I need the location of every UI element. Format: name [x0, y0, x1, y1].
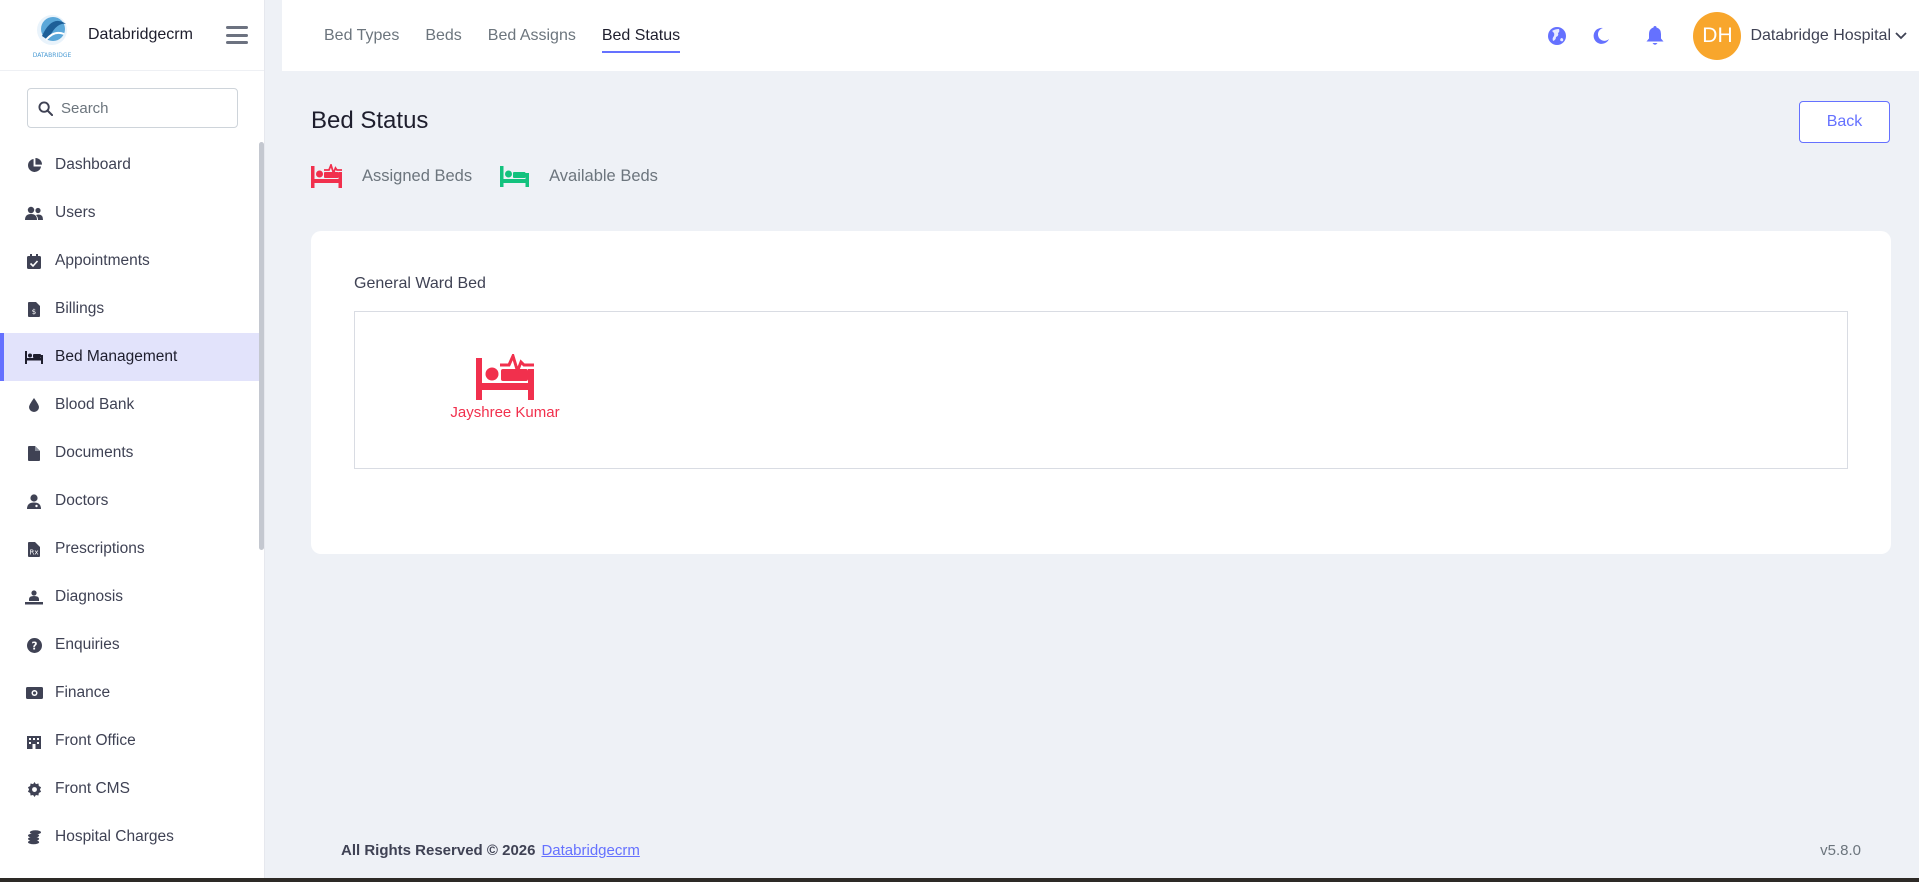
- page-title: Bed Status: [311, 107, 429, 134]
- diagnosis-icon: [25, 588, 43, 606]
- brand-name: Databridgecrm: [88, 26, 193, 43]
- available-bed-icon: [500, 165, 530, 187]
- sidebar-item-label: Doctors: [55, 492, 109, 509]
- sidebar-item-enquiries[interactable]: ? Enquiries: [0, 621, 262, 669]
- legend-available-label: Available Beds: [549, 166, 658, 185]
- brand-logo[interactable]: DATABRIDGE: [26, 9, 78, 61]
- sidebar-item-bed-management[interactable]: Bed Management: [0, 333, 262, 381]
- sidebar-item-label: Front Office: [55, 732, 136, 749]
- tab-bed-types[interactable]: Bed Types: [324, 0, 399, 71]
- sidebar-item-label: Blood Bank: [55, 396, 135, 413]
- bed-icon: [25, 348, 43, 366]
- legend-available: Available Beds: [500, 165, 658, 187]
- coins-icon: [25, 828, 43, 846]
- sidebar-item-label: Enquiries: [55, 636, 120, 653]
- legend-assigned: Assigned Beds: [311, 164, 472, 188]
- sidebar-item-label: Appointments: [55, 252, 150, 269]
- ward-title: General Ward Bed: [354, 275, 486, 292]
- sidebar-item-label: Diagnosis: [55, 588, 124, 605]
- globe-icon[interactable]: [1545, 24, 1569, 48]
- prescription-icon: Rx: [25, 540, 43, 558]
- bell-icon[interactable]: [1643, 24, 1667, 48]
- sidebar: DATABRIDGE Databridgecrm D: [0, 0, 265, 878]
- calendar-check-icon: [25, 252, 43, 270]
- ward-card: General Ward Bed Jayshree Kumar: [311, 231, 1891, 554]
- user-name: Databridge Hospital: [1750, 26, 1891, 44]
- ward-beds-container: Jayshree Kumar: [354, 311, 1848, 469]
- user-menu[interactable]: Databridge Hospital: [1750, 27, 1907, 45]
- menu-toggle-icon[interactable]: [226, 26, 248, 44]
- building-icon: [25, 732, 43, 750]
- bed-tile-assigned[interactable]: Jayshree Kumar: [440, 354, 570, 421]
- chevron-down-icon: [1895, 31, 1907, 39]
- assigned-bed-icon: [311, 164, 342, 188]
- sidebar-item-label: Front CMS: [55, 780, 130, 797]
- header-actions: DH Databridge Hospital: [1545, 0, 1907, 71]
- bed-tabs: Bed Types Beds Bed Assigns Bed Status: [324, 0, 706, 71]
- sidebar-item-blood-bank[interactable]: Blood Bank: [0, 381, 262, 429]
- gear-icon: [25, 780, 43, 798]
- svg-text:Rx: Rx: [29, 548, 38, 556]
- sidebar-item-label: Users: [55, 204, 96, 221]
- sidebar-scrollbar[interactable]: [259, 142, 264, 550]
- sidebar-item-front-office[interactable]: Front Office: [0, 717, 262, 765]
- sidebar-item-prescriptions[interactable]: Rx Prescriptions: [0, 525, 262, 573]
- bed-legend: Assigned Beds Available Beds: [311, 164, 686, 188]
- search-box: [27, 88, 238, 128]
- search-input[interactable]: [61, 99, 221, 117]
- brand-logo-icon: DATABRIDGE: [33, 15, 72, 59]
- tab-beds[interactable]: Beds: [425, 0, 461, 71]
- legend-assigned-label: Assigned Beds: [362, 166, 473, 185]
- sidebar-item-users[interactable]: Users: [0, 189, 262, 237]
- sidebar-item-dashboard[interactable]: Dashboard: [0, 141, 262, 189]
- sidebar-item-label: Bed Management: [55, 348, 178, 365]
- sidebar-item-hospital-charges[interactable]: Hospital Charges: [0, 813, 262, 861]
- sidebar-item-label: Finance: [55, 684, 111, 701]
- invoice-icon: $: [25, 300, 43, 318]
- top-header: Bed Types Beds Bed Assigns Bed Status DH…: [282, 0, 1919, 71]
- app-window: DATABRIDGE Databridgecrm D: [0, 0, 1919, 878]
- svg-text:DATABRIDGE: DATABRIDGE: [33, 52, 72, 59]
- sidebar-item-doctors[interactable]: Doctors: [0, 477, 262, 525]
- sidebar-item-finance[interactable]: Finance: [0, 669, 262, 717]
- sidebar-item-label: Hospital Charges: [55, 828, 174, 845]
- sidebar-item-label: Prescriptions: [55, 540, 145, 557]
- sidebar-item-billings[interactable]: $ Billings: [0, 285, 262, 333]
- tab-bed-assigns[interactable]: Bed Assigns: [488, 0, 576, 71]
- svg-text:?: ?: [31, 640, 37, 652]
- droplet-icon: [25, 396, 43, 414]
- money-icon: [25, 684, 43, 702]
- avatar[interactable]: DH: [1693, 11, 1742, 60]
- footer-link[interactable]: Databridgecrm: [541, 842, 639, 859]
- svg-text:$: $: [32, 308, 36, 316]
- sidebar-item-label: Billings: [55, 300, 105, 317]
- sidebar-item-documents[interactable]: Documents: [0, 429, 262, 477]
- footer-copyright: All Rights Reserved © 2026: [341, 842, 536, 859]
- sidebar-item-diagnosis[interactable]: Diagnosis: [0, 573, 262, 621]
- sidebar-item-front-cms[interactable]: Front CMS: [0, 765, 262, 813]
- assigned-bed-icon: [476, 354, 534, 400]
- sidebar-nav: Dashboard Users Appointments $ Billings: [0, 141, 262, 861]
- bed-patient-name: Jayshree Kumar: [450, 404, 560, 421]
- sidebar-item-label: Documents: [55, 444, 134, 461]
- question-icon: ?: [25, 636, 43, 654]
- file-icon: [25, 444, 43, 462]
- search-icon: [38, 100, 53, 116]
- tab-bed-status[interactable]: Bed Status: [601, 0, 681, 71]
- footer: All Rights Reserved © 2026 Databridgecrm …: [341, 842, 1861, 859]
- sidebar-item-label: Dashboard: [55, 156, 131, 173]
- users-icon: [25, 204, 43, 222]
- user-doctor-icon: [25, 492, 43, 510]
- moon-icon[interactable]: [1589, 24, 1613, 48]
- sidebar-search: [0, 71, 264, 142]
- back-button[interactable]: Back: [1799, 101, 1890, 143]
- pie-chart-icon: [25, 156, 43, 174]
- sidebar-item-appointments[interactable]: Appointments: [0, 237, 262, 285]
- app-version: v5.8.0: [1820, 842, 1861, 859]
- brand: DATABRIDGE Databridgecrm: [0, 0, 264, 71]
